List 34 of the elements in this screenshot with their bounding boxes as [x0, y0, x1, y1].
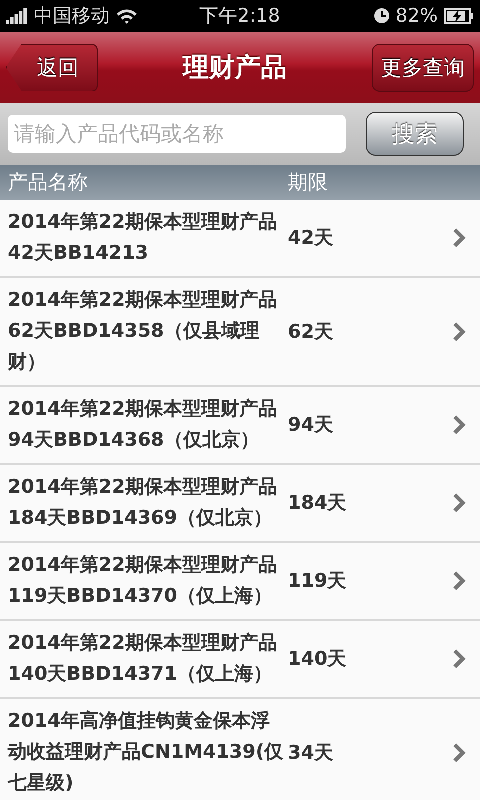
battery-percentage: 82%	[396, 5, 438, 27]
column-header: 期限	[288, 169, 328, 196]
product-term: 62天	[288, 320, 334, 344]
wifi-icon	[116, 8, 138, 24]
product-name: 2014年第22期保本型理财产品119天BBD14370（仅上海）	[8, 553, 278, 609]
chevron-icon	[452, 742, 466, 762]
more-query-button[interactable]: 更多查询	[372, 44, 474, 92]
chevron-icon	[452, 415, 466, 435]
chevron-icon	[452, 649, 466, 669]
product-name: 2014年第22期保本型理财产品184天BBD14369（仅北京）	[8, 475, 278, 531]
page-title: 理财产品	[183, 52, 287, 85]
product-term: 184天	[288, 491, 348, 516]
product-name: 2014年第22期保本型理财产品94天BBD14368（仅北京）	[8, 397, 278, 453]
search-field[interactable]: 请输入产品代码或名称	[8, 115, 346, 153]
column-header: 产品名称	[8, 169, 89, 196]
carrier-name: 中国移动	[34, 4, 110, 29]
battery-icon	[444, 8, 474, 24]
product-term: 119天	[288, 569, 348, 594]
product-term: 94天	[288, 413, 334, 438]
product-name: 2014年第22期保本型理财产品140天BBD14371（仅上海）	[8, 631, 278, 687]
chevron-icon	[452, 493, 466, 513]
chevron-icon	[452, 322, 466, 342]
product-term: 42天	[288, 226, 334, 251]
back-button[interactable]: 返回	[6, 44, 98, 92]
clock-icon	[374, 8, 390, 24]
product-term: 140天	[288, 647, 348, 672]
chevron-icon	[452, 571, 466, 591]
product-name: 2014年第22期保本型理财产品62天BBD14358（仅县域理财）	[8, 288, 278, 375]
signal-icon	[6, 8, 28, 24]
product-term: 34天	[288, 740, 334, 766]
product-name: 2014年第22期保本型理财产品42天BB14213	[8, 210, 278, 266]
product-name: 2014年高净值挂钩黄金保本浮动收益理财产品CN1M4139(仅七星级)	[8, 709, 285, 796]
chevron-icon	[452, 228, 466, 248]
status-time: 下午2:18	[200, 4, 280, 29]
